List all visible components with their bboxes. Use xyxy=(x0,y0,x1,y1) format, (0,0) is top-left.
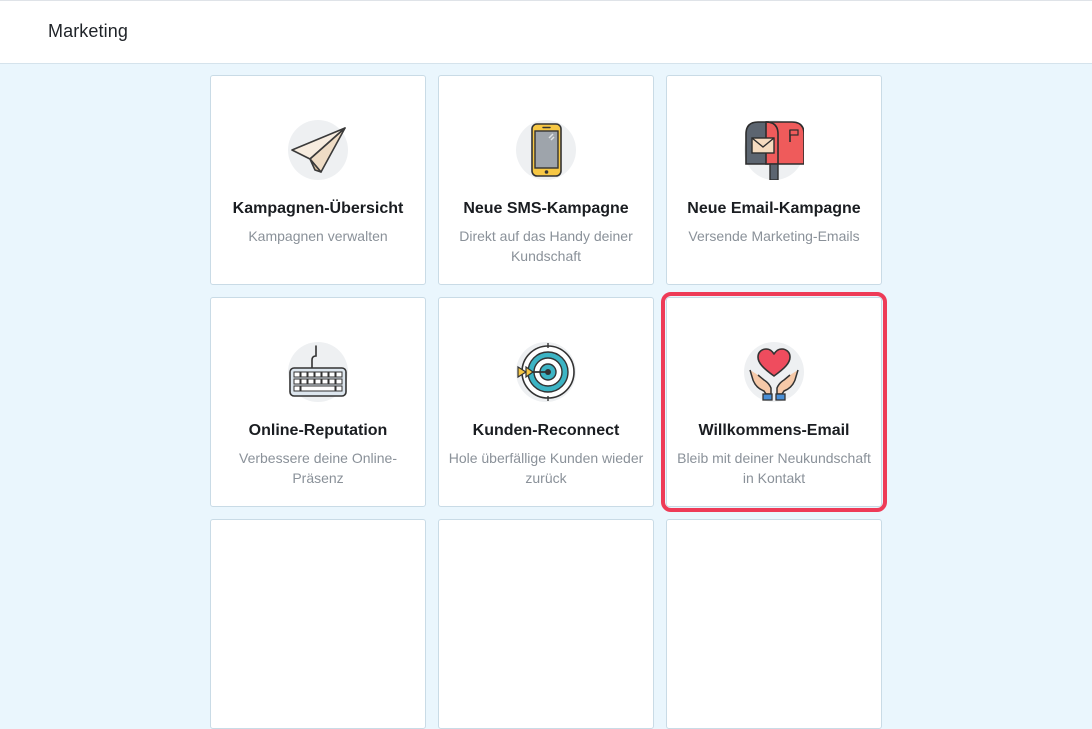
card-campaign-overview[interactable]: Kampagnen-Übersicht Kampagnen verwalten xyxy=(210,75,426,285)
card-title: Kampagnen-Übersicht xyxy=(232,200,404,217)
card-new-sms-campaign[interactable]: Neue SMS-Kampagne Direkt auf das Handy d… xyxy=(438,75,654,285)
card-description: Bleib mit deiner Neukundschaft in Kontak… xyxy=(677,450,871,486)
card-description: Kampagnen verwalten xyxy=(248,228,388,244)
target-icon xyxy=(516,342,576,402)
card-partial[interactable] xyxy=(210,519,426,729)
card-title: Neue Email-Kampagne xyxy=(687,200,861,217)
card-description: Direkt auf das Handy deiner Kundschaft xyxy=(459,228,633,264)
marketing-card-grid: Kampagnen-Übersicht Kampagnen verwalten … xyxy=(210,75,887,729)
paper-plane-icon xyxy=(288,120,348,180)
top-bar: Marketing xyxy=(0,0,1092,64)
card-new-email-campaign[interactable]: Neue Email-Kampagne Versende Marketing-E… xyxy=(666,75,882,285)
heart-hands-icon xyxy=(744,342,804,402)
page-title: Marketing xyxy=(48,21,128,41)
card-title: Neue SMS-Kampagne xyxy=(463,200,629,217)
card-partial[interactable] xyxy=(438,519,654,729)
card-title: Online-Reputation xyxy=(248,422,388,439)
mailbox-icon xyxy=(744,120,804,180)
smartphone-icon xyxy=(516,120,576,180)
card-description: Verbessere deine Online-Präsenz xyxy=(239,450,397,486)
card-online-reputation[interactable]: Online-Reputation Verbessere deine Onlin… xyxy=(210,297,426,507)
card-partial[interactable] xyxy=(666,519,882,729)
card-description: Versende Marketing-Emails xyxy=(688,228,860,244)
card-description: Hole überfällige Kunden wieder zurück xyxy=(448,450,644,486)
card-title: Kunden-Reconnect xyxy=(472,422,620,439)
card-title: Willkommens-Email xyxy=(698,422,850,439)
card-welcome-email[interactable]: Willkommens-Email Bleib mit deiner Neuku… xyxy=(661,292,887,512)
keyboard-icon xyxy=(288,342,348,402)
card-customer-reconnect[interactable]: Kunden-Reconnect Hole überfällige Kunden… xyxy=(438,297,654,507)
